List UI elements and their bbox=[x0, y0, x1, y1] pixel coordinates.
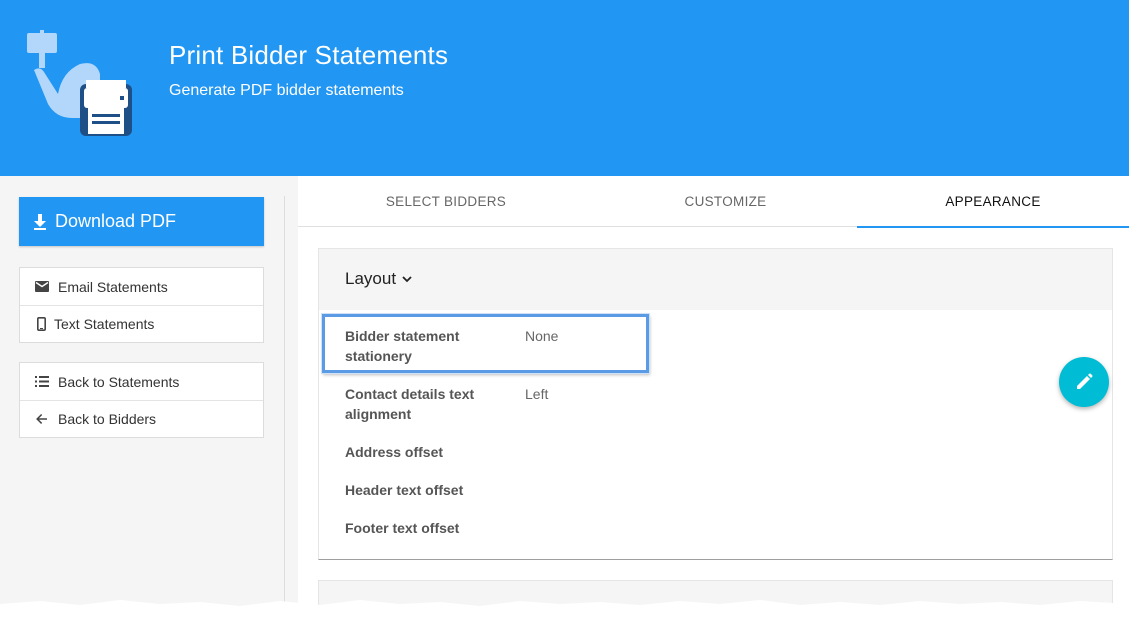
torn-edge bbox=[0, 600, 1129, 634]
text-statements-item[interactable]: Text Statements bbox=[20, 305, 263, 342]
email-statements-label: Email Statements bbox=[58, 278, 168, 295]
tab-appearance[interactable]: APPEARANCE bbox=[857, 176, 1129, 228]
back-to-bidders-label: Back to Bidders bbox=[58, 411, 157, 427]
envelope-icon bbox=[34, 279, 50, 295]
setting-label: Header text offset bbox=[345, 482, 464, 498]
setting-value: Left bbox=[525, 386, 549, 402]
phone-icon bbox=[36, 316, 46, 332]
pencil-icon bbox=[1077, 373, 1093, 389]
navigation-menu: Back to Statements Back to Bidders bbox=[19, 362, 264, 438]
app-header: Print Bidder Statements Generate PDF bid… bbox=[0, 0, 1129, 176]
text-statements-label: Text Statements bbox=[54, 316, 155, 332]
list-icon bbox=[34, 374, 50, 390]
tab-customize[interactable]: CUSTOMIZE bbox=[594, 176, 857, 227]
page-subtitle: Generate PDF bidder statements bbox=[169, 82, 404, 99]
layout-card: Layout Bidder statement stationery None … bbox=[318, 248, 1113, 560]
bidder-printer-icon bbox=[27, 30, 132, 136]
main-content: SELECT BIDDERS CUSTOMIZE APPEARANCE Layo… bbox=[298, 176, 1129, 610]
layout-section-toggle[interactable]: Layout bbox=[345, 269, 412, 289]
layout-card-header: Layout bbox=[319, 249, 1112, 310]
setting-label: Footer text offset bbox=[345, 520, 460, 536]
download-pdf-button[interactable]: Download PDF bbox=[19, 197, 264, 246]
setting-label: Address offset bbox=[345, 444, 444, 460]
edit-button[interactable] bbox=[1059, 357, 1109, 407]
setting-label: Bidder statement stationery bbox=[345, 328, 460, 364]
page-title: Print Bidder Statements bbox=[169, 40, 449, 70]
download-pdf-label: Download PDF bbox=[55, 211, 177, 231]
back-to-statements-label: Back to Statements bbox=[58, 373, 180, 390]
back-to-statements-item[interactable]: Back to Statements bbox=[20, 363, 263, 400]
back-to-bidders-item[interactable]: Back to Bidders bbox=[20, 400, 263, 437]
chevron-down-icon bbox=[402, 275, 412, 282]
setting-value: None bbox=[525, 328, 559, 344]
arrow-left-icon bbox=[34, 411, 50, 427]
tab-bar: SELECT BIDDERS CUSTOMIZE APPEARANCE bbox=[298, 176, 1129, 228]
statement-actions-menu: Email Statements Text Statements bbox=[19, 267, 264, 343]
sidebar: Download PDF Email Statements Text State… bbox=[0, 176, 298, 606]
download-icon bbox=[34, 213, 46, 230]
email-statements-item[interactable]: Email Statements bbox=[20, 268, 263, 305]
setting-label: Contact details text alignment bbox=[345, 386, 475, 422]
layout-heading: Layout bbox=[345, 269, 397, 288]
tab-select-bidders[interactable]: SELECT BIDDERS bbox=[298, 176, 594, 227]
sidebar-divider bbox=[284, 196, 285, 606]
